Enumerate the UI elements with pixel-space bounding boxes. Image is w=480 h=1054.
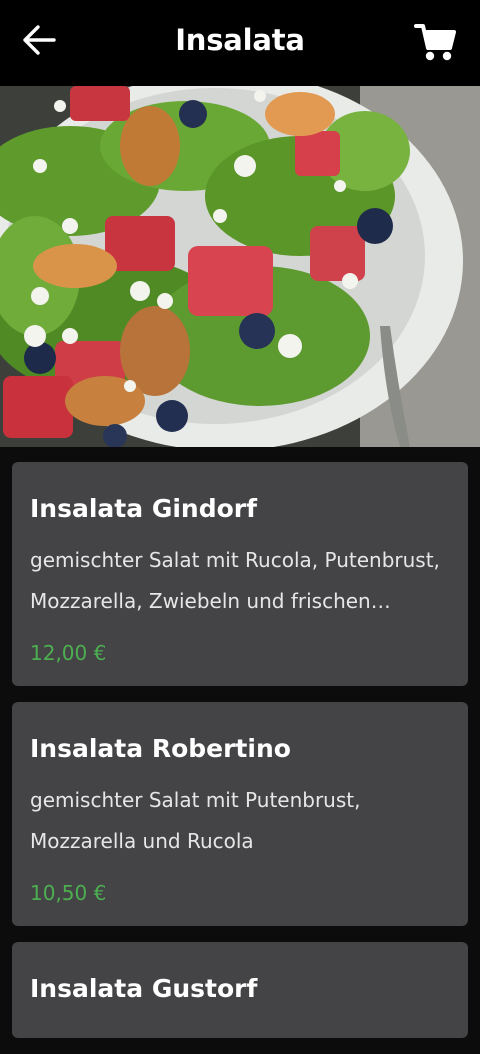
menu-item-description: gemischter Salat mit Putenbrust, Mozzare…	[30, 788, 361, 853]
menu-item-price: 10,50 €	[30, 881, 107, 905]
menu-item-card[interactable]: Insalata Robertino gemischter Salat mit …	[12, 702, 468, 926]
salad-photo	[0, 86, 480, 447]
menu-item-card[interactable]: Insalata Gustorf	[12, 942, 468, 1038]
menu-item-name: Insalata Robertino	[30, 734, 291, 763]
menu-item-list: Insalata Gindorf gemischter Salat mit Ru…	[12, 462, 468, 1054]
hero-image	[0, 86, 480, 447]
menu-item-name: Insalata Gustorf	[30, 974, 258, 1003]
app-bar: Insalata	[0, 0, 480, 86]
cart-button[interactable]	[414, 22, 458, 64]
menu-item-name: Insalata Gindorf	[30, 494, 257, 523]
menu-item-card[interactable]: Insalata Gindorf gemischter Salat mit Ru…	[12, 462, 468, 686]
shopping-cart-icon	[414, 24, 456, 61]
menu-item-description: gemischter Salat mit Rucola, Putenbrust,…	[30, 548, 440, 613]
menu-item-price: 12,00 €	[30, 641, 107, 665]
page-title: Insalata	[175, 23, 305, 57]
